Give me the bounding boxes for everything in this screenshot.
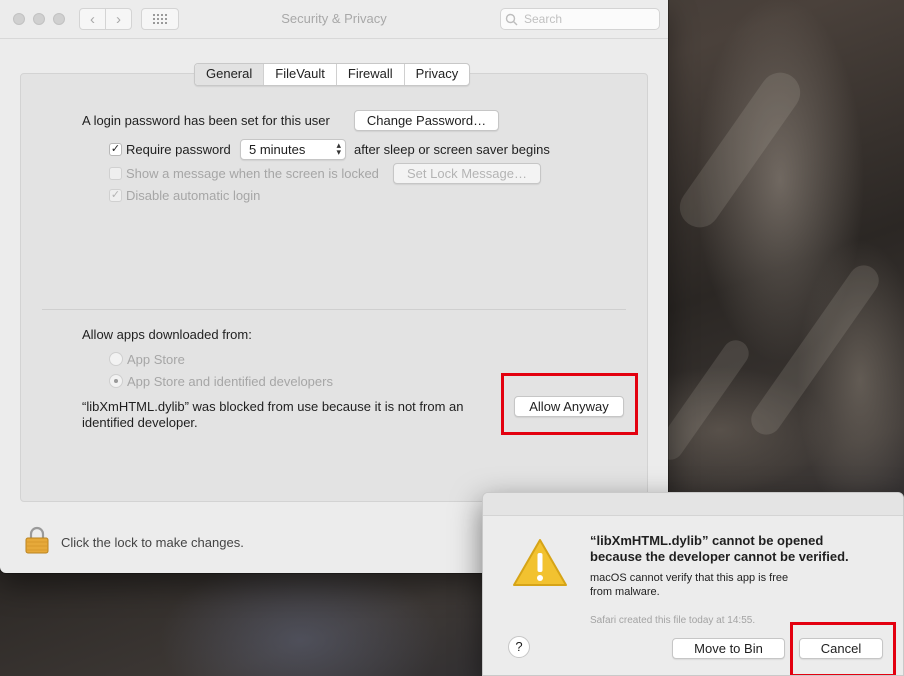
require-password-label: Require password <box>126 142 231 157</box>
show-message-checkbox[interactable] <box>109 167 122 180</box>
alert-title-line2: because the developer cannot be verified… <box>590 549 849 564</box>
tab-bar: General FileVault Firewall Privacy <box>194 63 471 86</box>
search-placeholder: Search <box>524 12 563 26</box>
window-titlebar: ‹ › Security & Privacy Search <box>0 0 668 39</box>
disable-auto-login-label: Disable automatic login <box>126 188 261 203</box>
section-divider <box>42 309 626 310</box>
general-panel <box>20 73 648 502</box>
move-to-bin-button[interactable]: Move to Bin <box>672 638 785 659</box>
set-lock-message-button[interactable]: Set Lock Message… <box>393 163 541 184</box>
security-privacy-window: ‹ › Security & Privacy Search General Fi… <box>0 0 668 573</box>
blocked-message-line2: identified developer. <box>82 415 198 430</box>
search-icon <box>505 13 518 25</box>
lock-icon[interactable] <box>25 526 49 554</box>
unverified-developer-alert: “libXmHTML.dylib” cannot be opened becau… <box>482 492 904 676</box>
alert-title-line1: “libXmHTML.dylib” cannot be opened <box>590 533 824 548</box>
tab-firewall[interactable]: Firewall <box>335 64 404 85</box>
tab-general[interactable]: General <box>195 64 264 85</box>
allow-apps-heading: Allow apps downloaded from: <box>82 327 252 342</box>
disable-auto-login-checkbox[interactable]: ✓ <box>109 189 122 202</box>
alert-titlebar <box>483 493 903 516</box>
change-password-button[interactable]: Change Password… <box>354 110 499 131</box>
alert-source-text: Safari created this file today at 14:55. <box>590 615 756 626</box>
wallpaper-ridge <box>745 259 885 441</box>
tab-filevault[interactable]: FileVault <box>263 64 336 85</box>
require-password-select[interactable]: 5 minutes ▴ ▾ <box>240 139 346 160</box>
blocked-message-line1: “libXmHTML.dylib” was blocked from use b… <box>82 399 464 414</box>
alert-body-line2: from malware. <box>590 586 660 598</box>
app-store-identified-label: App Store and identified developers <box>127 374 333 389</box>
warning-icon <box>513 539 567 586</box>
app-store-radio[interactable] <box>109 352 123 366</box>
app-store-identified-radio[interactable] <box>109 374 123 388</box>
highlight-box-cancel <box>790 622 896 675</box>
alert-body-line1: macOS cannot verify that this app is fre… <box>590 572 789 584</box>
lock-text: Click the lock to make changes. <box>61 535 244 550</box>
require-password-checkbox[interactable]: ✓ <box>109 143 122 156</box>
require-password-value: 5 minutes <box>249 142 306 157</box>
login-password-text: A login password has been set for this u… <box>82 113 330 128</box>
wallpaper-ridge <box>671 64 809 236</box>
search-input[interactable]: Search <box>500 8 660 30</box>
highlight-box-allow-anyway <box>501 373 638 435</box>
chevron-up-down-icon: ▴ ▾ <box>336 140 341 157</box>
after-sleep-text: after sleep or screen saver begins <box>354 142 550 157</box>
help-button[interactable]: ? <box>508 636 530 658</box>
tab-privacy[interactable]: Privacy <box>403 64 470 85</box>
app-store-label: App Store <box>127 352 185 367</box>
show-message-label: Show a message when the screen is locked <box>126 166 379 181</box>
